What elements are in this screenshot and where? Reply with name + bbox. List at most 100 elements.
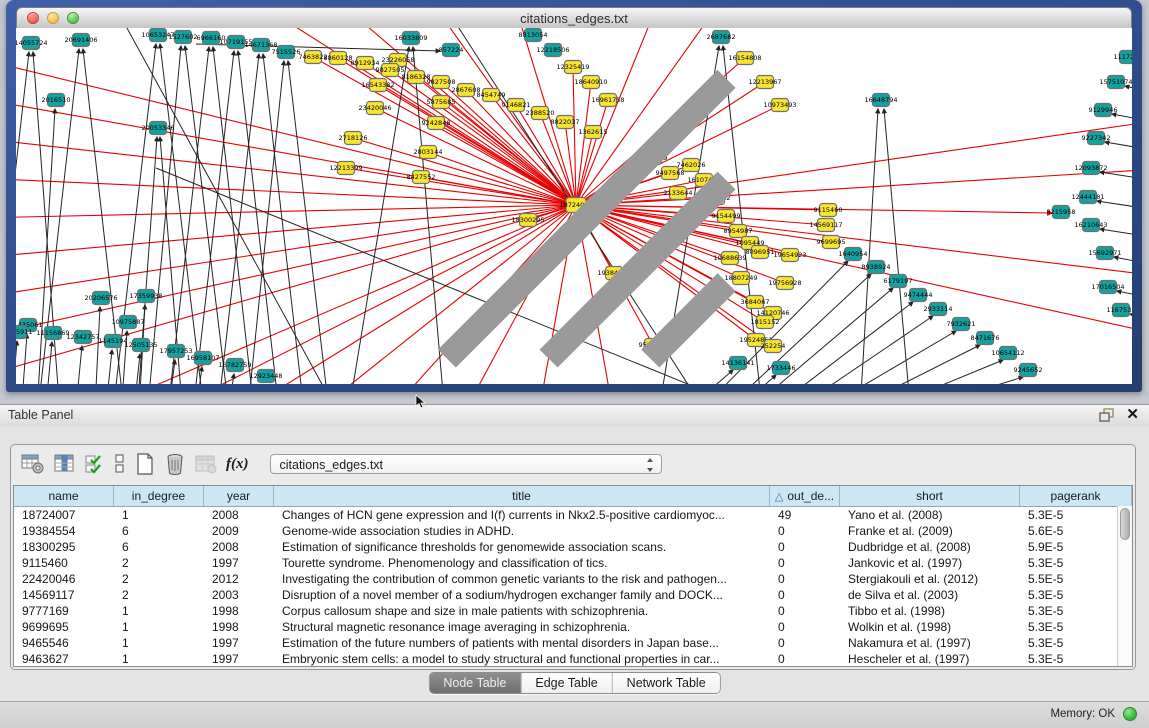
cell-out_de: 0 [770,619,840,635]
column-header-short[interactable]: short [840,486,1020,506]
table-row[interactable]: 946362711997Embryonic stem cells: a mode… [14,651,1132,667]
create-column-button[interactable] [135,452,155,476]
table-row[interactable]: 1872400712008Changes of HCN gene express… [14,507,1132,523]
status-bar: Memory: OK [0,701,1149,728]
cell-in_degree: 2 [114,587,204,603]
float-panel-icon[interactable] [1099,408,1114,422]
cell-name: 18300295 [14,539,114,555]
cell-out_de: 0 [770,635,840,651]
cell-in_degree: 1 [114,603,204,619]
table-row[interactable]: 969969511998Structural magnetic resonanc… [14,619,1132,635]
cell-pagerank: 5.3E-5 [1020,603,1132,619]
column-header-out_de[interactable]: △out_de... [770,486,840,506]
table-browser-container: f(x) citations_edges.txt namein_degreeye… [10,444,1136,670]
cell-short: Tibbo et al. (1998) [840,603,1020,619]
cell-title: Estimation of significance thresholds fo… [274,539,770,555]
table-body: 1872400712008Changes of HCN gene express… [14,507,1132,667]
memory-ok-indicator[interactable] [1123,707,1137,721]
cell-year: 2009 [204,523,274,539]
cell-title: Tourette syndrome. Phenomenology and cla… [274,555,770,571]
network-view-canvas[interactable]: 1405572420691406106532471527602696616010… [16,28,1132,384]
table-row[interactable]: 2242004622012Investigating the contribut… [14,571,1132,587]
table-row[interactable]: 977716911998Corpus callosum shape and si… [14,603,1132,619]
network-window-titlebar[interactable]: citations_edges.txt [16,7,1132,30]
cell-out_de: 0 [770,587,840,603]
sort-ascending-icon: △ [775,490,783,503]
cell-short: de Silva et al. (2003) [840,587,1020,603]
column-header-pagerank[interactable]: pagerank [1020,486,1132,506]
table-toolbar: f(x) citations_edges.txt [21,450,662,478]
cell-year: 1997 [204,555,274,571]
cell-out_de: 0 [770,539,840,555]
cell-out_de: 0 [770,523,840,539]
cell-year: 2008 [204,507,274,523]
cell-pagerank: 5.3E-5 [1020,651,1132,667]
cell-name: 9115460 [14,555,114,571]
table-chooser-dropdown[interactable]: citations_edges.txt [270,454,662,474]
cell-in_degree: 1 [114,651,204,667]
table-row[interactable]: 946554611997Estimation of the future num… [14,635,1132,651]
delete-column-button[interactable] [164,452,186,476]
node-table: namein_degreeyeartitle△out_de...shortpag… [13,485,1133,667]
cell-title: Structural magnetic resonance image aver… [274,619,770,635]
show-columns-button[interactable] [54,452,76,476]
table-row[interactable]: 1830029562008Estimation of significance … [14,539,1132,555]
select-all-button[interactable] [85,452,105,476]
cell-year: 1997 [204,635,274,651]
close-panel-icon[interactable]: ✕ [1126,407,1139,423]
cell-short: Wolkin et al. (1998) [840,619,1020,635]
table-type-tabs: Node TableEdge TableNetwork Table [428,672,720,694]
cell-year: 1997 [204,651,274,667]
cell-title: Investigating the contribution of common… [274,571,770,587]
cell-pagerank: 5.3E-5 [1020,555,1132,571]
cell-in_degree: 1 [114,507,204,523]
vertical-scrollbar[interactable] [1117,506,1132,666]
cell-out_de: 0 [770,603,840,619]
cell-year: 2008 [204,539,274,555]
table-panel-title: Table Panel [8,408,73,422]
cell-in_degree: 6 [114,523,204,539]
cell-title: Corpus callosum shape and size in male p… [274,603,770,619]
cell-short: Yano et al. (2008) [840,507,1020,523]
row-height-button[interactable] [114,452,126,476]
cell-pagerank: 5.9E-5 [1020,539,1132,555]
cell-in_degree: 2 [114,571,204,587]
cell-out_de: 0 [770,571,840,587]
tab-edge-table[interactable]: Edge Table [521,673,612,693]
tab-network-table[interactable]: Network Table [613,673,720,693]
cell-short: Hescheler et al. (1997) [840,651,1020,667]
mouse-cursor [415,394,427,410]
cell-short: Jankovic et al. (1997) [840,555,1020,571]
cell-in_degree: 1 [114,635,204,651]
network-view-frame: citations_edges.txt 14055724206914061065… [6,0,1142,392]
import-table-button-disabled[interactable] [195,452,217,476]
column-header-name[interactable]: name [14,486,114,506]
table-row[interactable]: 1456911722003Disruption of a novel membe… [14,587,1132,603]
cell-year: 1998 [204,619,274,635]
dropdown-arrows-icon [647,458,654,472]
function-builder-button[interactable]: f(x) [226,452,249,476]
resize-grip-icon[interactable] [16,28,1132,384]
cell-name: 9699695 [14,619,114,635]
column-header-title[interactable]: title [274,486,770,506]
table-chooser-value: citations_edges.txt [280,458,384,472]
column-header-year[interactable]: year [204,486,274,506]
tab-node-table[interactable]: Node Table [429,673,521,693]
scrollbar-thumb[interactable] [1120,508,1130,540]
cell-in_degree: 2 [114,555,204,571]
table-row[interactable]: 1938455462009Genome-wide association stu… [14,523,1132,539]
table-row[interactable]: 911546021997Tourette syndrome. Phenomeno… [14,555,1132,571]
cell-short: Dudbridge et al. (2008) [840,539,1020,555]
cell-short: Nakamura et al. (1997) [840,635,1020,651]
table-panel-header: Table Panel ✕ [0,404,1149,427]
cell-name: 9777169 [14,603,114,619]
cell-name: 18724007 [14,507,114,523]
cell-short: Franke et al. (2009) [840,523,1020,539]
cell-year: 2003 [204,587,274,603]
cell-pagerank: 5.5E-5 [1020,571,1132,587]
table-mode-button[interactable] [21,452,45,476]
cell-name: 22420046 [14,571,114,587]
column-header-in_degree[interactable]: in_degree [114,486,204,506]
cell-title: Genome-wide association studies in ADHD. [274,523,770,539]
table-panel-body: f(x) citations_edges.txt namein_degreeye… [0,426,1149,701]
